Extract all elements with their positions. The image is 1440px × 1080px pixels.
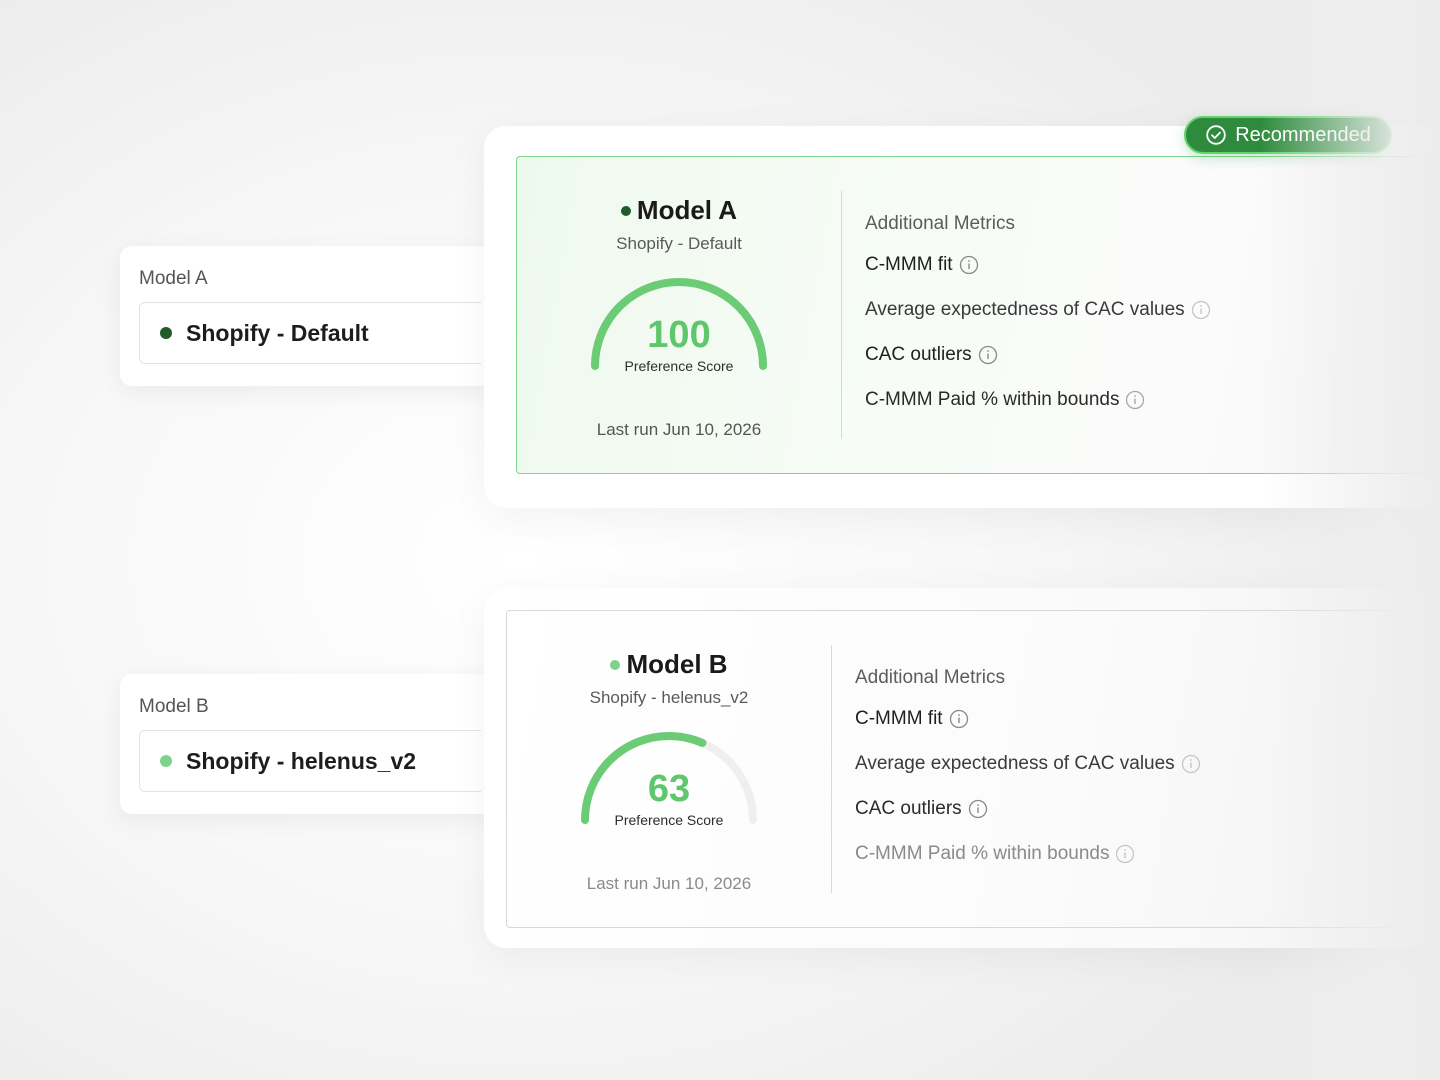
status-dot-icon (160, 755, 172, 767)
metric-label: C-MMM fit (865, 254, 953, 275)
metric-row: C-MMM fit (865, 254, 1440, 276)
model-b-selector-card: Model B Shopify - helenus_v2 (120, 674, 500, 814)
metric-row: C-MMM Paid % within bounds (855, 843, 1440, 865)
metric-label: CAC outliers (865, 344, 972, 365)
metric-label: C-MMM fit (855, 708, 943, 729)
metric-label: C-MMM Paid % within bounds (855, 843, 1110, 864)
metric-row: C-MMM fit (855, 708, 1440, 730)
model-a-metrics: Additional Metrics C-MMM fit Average exp… (842, 157, 1440, 473)
model-b-score-caption: Preference Score (614, 812, 724, 828)
metric-row: CAC outliers (865, 344, 1440, 366)
info-icon[interactable] (959, 255, 979, 275)
model-b-title-text: Model B (626, 649, 728, 679)
info-icon[interactable] (1181, 754, 1201, 774)
info-icon[interactable] (1191, 300, 1211, 320)
model-a-title-text: Model A (636, 195, 738, 225)
info-icon[interactable] (978, 345, 998, 365)
model-a-select-value: Shopify - Default (186, 319, 369, 346)
model-a-last-run: Last run Jun 10, 2026 (596, 420, 762, 439)
model-b-score-value: 63 (647, 768, 691, 810)
model-a-preference-gauge: 100 Preference Score (589, 274, 769, 374)
model-a-selector-label: Model A (139, 268, 208, 289)
recommended-badge-label: Recommended (1235, 123, 1371, 146)
model-b-score-section: Model B Shopify - helenus_v2 63 Preferen… (507, 611, 831, 927)
metric-label: Average expectedness of CAC values (865, 299, 1185, 320)
model-a-metrics-heading: Additional Metrics (865, 213, 1015, 234)
model-a-score-section: Model A Shopify - Default 100 Preference… (517, 157, 841, 473)
metric-label: C-MMM Paid % within bounds (865, 389, 1120, 410)
model-b-panel: Model B Shopify - helenus_v2 63 Preferen… (484, 588, 1440, 948)
status-dot-icon (610, 659, 621, 670)
metric-row: Average expectedness of CAC values (855, 753, 1440, 775)
model-b-summary-card[interactable]: Model B Shopify - helenus_v2 63 Preferen… (506, 610, 1440, 928)
metric-label: CAC outliers (855, 798, 962, 819)
model-b-select[interactable]: Shopify - helenus_v2 (139, 730, 481, 792)
metric-row: CAC outliers (855, 798, 1440, 820)
metric-label: Average expectedness of CAC values (855, 753, 1175, 774)
model-a-selector-card: Model A Shopify - Default (120, 246, 500, 386)
info-icon[interactable] (1115, 844, 1135, 864)
model-b-selector-label: Model B (139, 696, 209, 717)
model-a-subtitle: Shopify - Default (616, 234, 742, 253)
model-b-subtitle: Shopify - helenus_v2 (589, 688, 749, 707)
recommended-badge: Recommended (1184, 116, 1392, 154)
status-dot-icon (160, 327, 172, 339)
model-a-title: Model A (620, 195, 738, 226)
model-b-metrics-heading: Additional Metrics (855, 667, 1005, 688)
model-a-score-value: 100 (647, 314, 711, 356)
info-icon[interactable] (1125, 390, 1145, 410)
model-a-panel: Model A Shopify - Default 100 Preference… (484, 126, 1440, 508)
model-b-title: Model B (610, 649, 728, 680)
model-b-select-value: Shopify - helenus_v2 (186, 747, 417, 774)
check-circle-icon (1206, 125, 1226, 145)
metric-row: Average expectedness of CAC values (865, 299, 1440, 321)
model-a-score-caption: Preference Score (624, 358, 734, 374)
model-b-preference-gauge: 63 Preference Score (579, 728, 759, 828)
model-a-summary-card[interactable]: Model A Shopify - Default 100 Preference… (516, 156, 1440, 474)
metric-row: C-MMM Paid % within bounds (865, 389, 1440, 411)
status-dot-icon (620, 205, 631, 216)
model-b-metrics: Additional Metrics C-MMM fit Average exp… (832, 611, 1440, 927)
info-icon[interactable] (968, 799, 988, 819)
model-b-last-run: Last run Jun 10, 2026 (586, 874, 752, 893)
model-a-select[interactable]: Shopify - Default (139, 302, 481, 364)
info-icon[interactable] (949, 709, 969, 729)
